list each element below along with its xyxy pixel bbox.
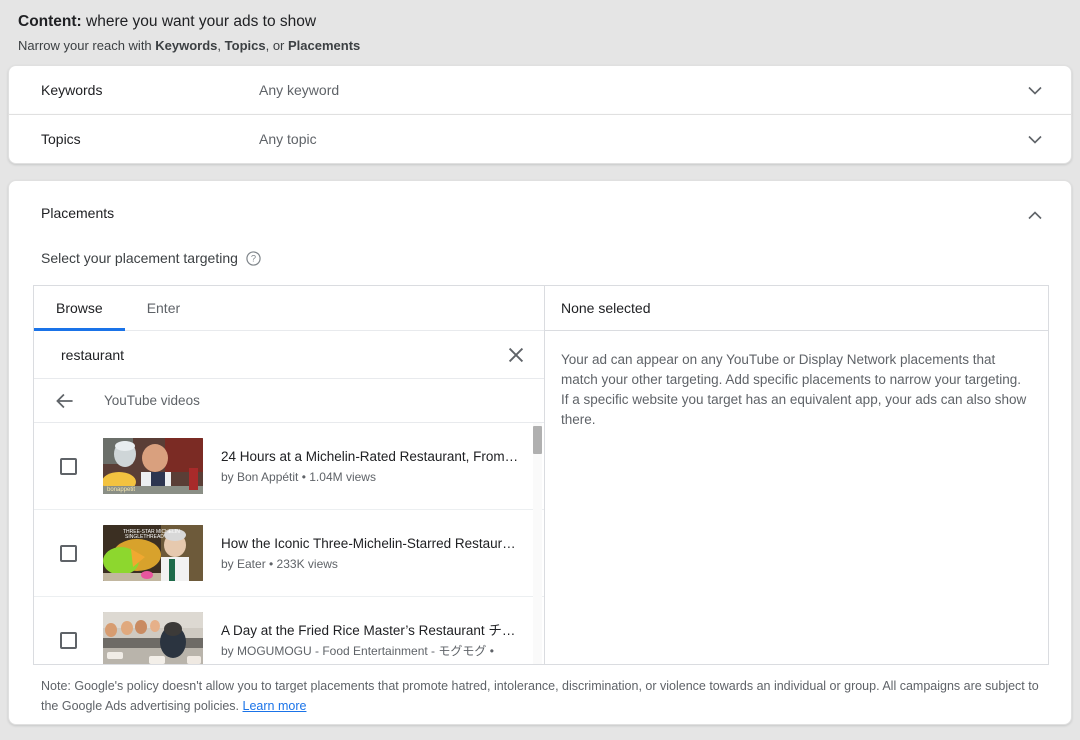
video-subtitle: by Bon Appétit • 1.04M views <box>221 468 522 486</box>
list-item[interactable]: A Day at the Fried Rice Master’s Restaur… <box>34 597 544 664</box>
keywords-label: Keywords <box>41 82 259 98</box>
video-meta: A Day at the Fried Rice Master’s Restaur… <box>221 621 544 660</box>
tab-browse-label: Browse <box>56 300 103 316</box>
video-subtitle: by Eater • 233K views <box>221 555 522 573</box>
svg-text:bonappetit: bonappetit <box>107 487 135 493</box>
topics-row[interactable]: Topics Any topic <box>9 115 1071 163</box>
thumbnail-art: THREE-STAR MICHELIN SINGLETHREAD <box>103 525 203 581</box>
video-meta: How the Iconic Three-Michelin-Starred Re… <box>221 534 544 573</box>
svg-text:SINGLETHREAD: SINGLETHREAD <box>125 534 164 540</box>
video-title: A Day at the Fried Rice Master’s Restaur… <box>221 621 522 640</box>
placement-browse-pane: Browse Enter YouTube videos <box>34 286 545 664</box>
placements-card: Placements Select your placement targeti… <box>8 180 1072 725</box>
page-header: Content: where you want your ads to show… <box>18 11 1018 56</box>
placement-tabs: Browse Enter <box>34 286 544 331</box>
video-title: 24 Hours at a Michelin-Rated Restaurant,… <box>221 447 522 466</box>
page-title: Content: where you want your ads to show <box>18 11 1018 33</box>
video-thumbnail: bonappetit <box>103 438 203 494</box>
list-item[interactable]: bonappetit 24 Hours at a Michelin-Rated … <box>34 423 544 510</box>
keywords-row[interactable]: Keywords Any keyword <box>9 66 1071 114</box>
page-subtitle: Narrow your reach with Keywords, Topics,… <box>18 36 1018 56</box>
tab-browse[interactable]: Browse <box>34 286 125 330</box>
chevron-down-icon[interactable] <box>1023 127 1047 151</box>
policy-note-text: Note: Google's policy doesn't allow you … <box>41 679 1039 713</box>
video-list: bonappetit 24 Hours at a Michelin-Rated … <box>34 423 544 664</box>
placement-targeting-label-group: Select your placement targeting ? <box>41 250 261 266</box>
list-item[interactable]: THREE-STAR MICHELIN SINGLETHREAD How the… <box>34 510 544 597</box>
keywords-card: Keywords Any keyword <box>8 65 1072 114</box>
scrollbar-thumb[interactable] <box>533 426 542 454</box>
page-title-bold: Content: <box>18 13 82 30</box>
topics-label: Topics <box>41 131 259 147</box>
search-input[interactable] <box>59 346 502 364</box>
content-targeting-page: Content: where you want your ads to show… <box>0 0 1080 740</box>
svg-text:?: ? <box>251 253 256 263</box>
chevron-down-icon[interactable] <box>1023 78 1047 102</box>
page-title-rest: where you want your ads to show <box>82 13 316 30</box>
help-icon[interactable]: ? <box>246 251 261 266</box>
subtitle-sep2: , or <box>266 38 288 53</box>
selected-placements-pane: None selected Your ad can appear on any … <box>545 286 1048 664</box>
thumbnail-art: bonappetit <box>103 438 203 494</box>
video-list-scrollbar[interactable] <box>533 423 542 664</box>
breadcrumb-label: YouTube videos <box>104 393 200 408</box>
topics-value: Any topic <box>259 131 1023 147</box>
chevron-up-icon[interactable] <box>1023 204 1047 228</box>
placements-title: Placements <box>41 205 114 221</box>
video-subtitle: by MOGUMOGU - Food Entertainment - モグモグ … <box>221 642 522 660</box>
video-meta: 24 Hours at a Michelin-Rated Restaurant,… <box>221 447 544 486</box>
breadcrumb: YouTube videos <box>34 379 544 423</box>
subtitle-placements: Placements <box>288 38 360 53</box>
selected-empty-description: Your ad can appear on any YouTube or Dis… <box>545 331 1048 430</box>
video-checkbox[interactable] <box>60 545 77 562</box>
tab-enter[interactable]: Enter <box>125 286 202 330</box>
thumbnail-art <box>103 612 203 664</box>
placement-search-row <box>34 331 544 379</box>
video-title: How the Iconic Three-Michelin-Starred Re… <box>221 534 522 553</box>
keywords-value: Any keyword <box>259 82 1023 98</box>
topics-card: Topics Any topic <box>8 114 1072 164</box>
arrow-left-icon[interactable] <box>52 388 78 414</box>
selected-count-heading: None selected <box>545 286 1048 331</box>
subtitle-sep1: , <box>217 38 224 53</box>
video-thumbnail: THREE-STAR MICHELIN SINGLETHREAD <box>103 525 203 581</box>
placement-targeting-label: Select your placement targeting <box>41 250 238 266</box>
learn-more-link[interactable]: Learn more <box>243 699 307 713</box>
policy-note: Note: Google's policy doesn't allow you … <box>41 676 1041 716</box>
placement-selector: Browse Enter YouTube videos <box>33 285 1049 665</box>
tab-enter-label: Enter <box>147 300 180 316</box>
close-icon[interactable] <box>502 341 530 369</box>
video-checkbox[interactable] <box>60 632 77 649</box>
video-checkbox[interactable] <box>60 458 77 475</box>
subtitle-keywords: Keywords <box>155 38 217 53</box>
video-thumbnail <box>103 612 203 664</box>
subtitle-topics: Topics <box>225 38 266 53</box>
subtitle-lead: Narrow your reach with <box>18 38 155 53</box>
